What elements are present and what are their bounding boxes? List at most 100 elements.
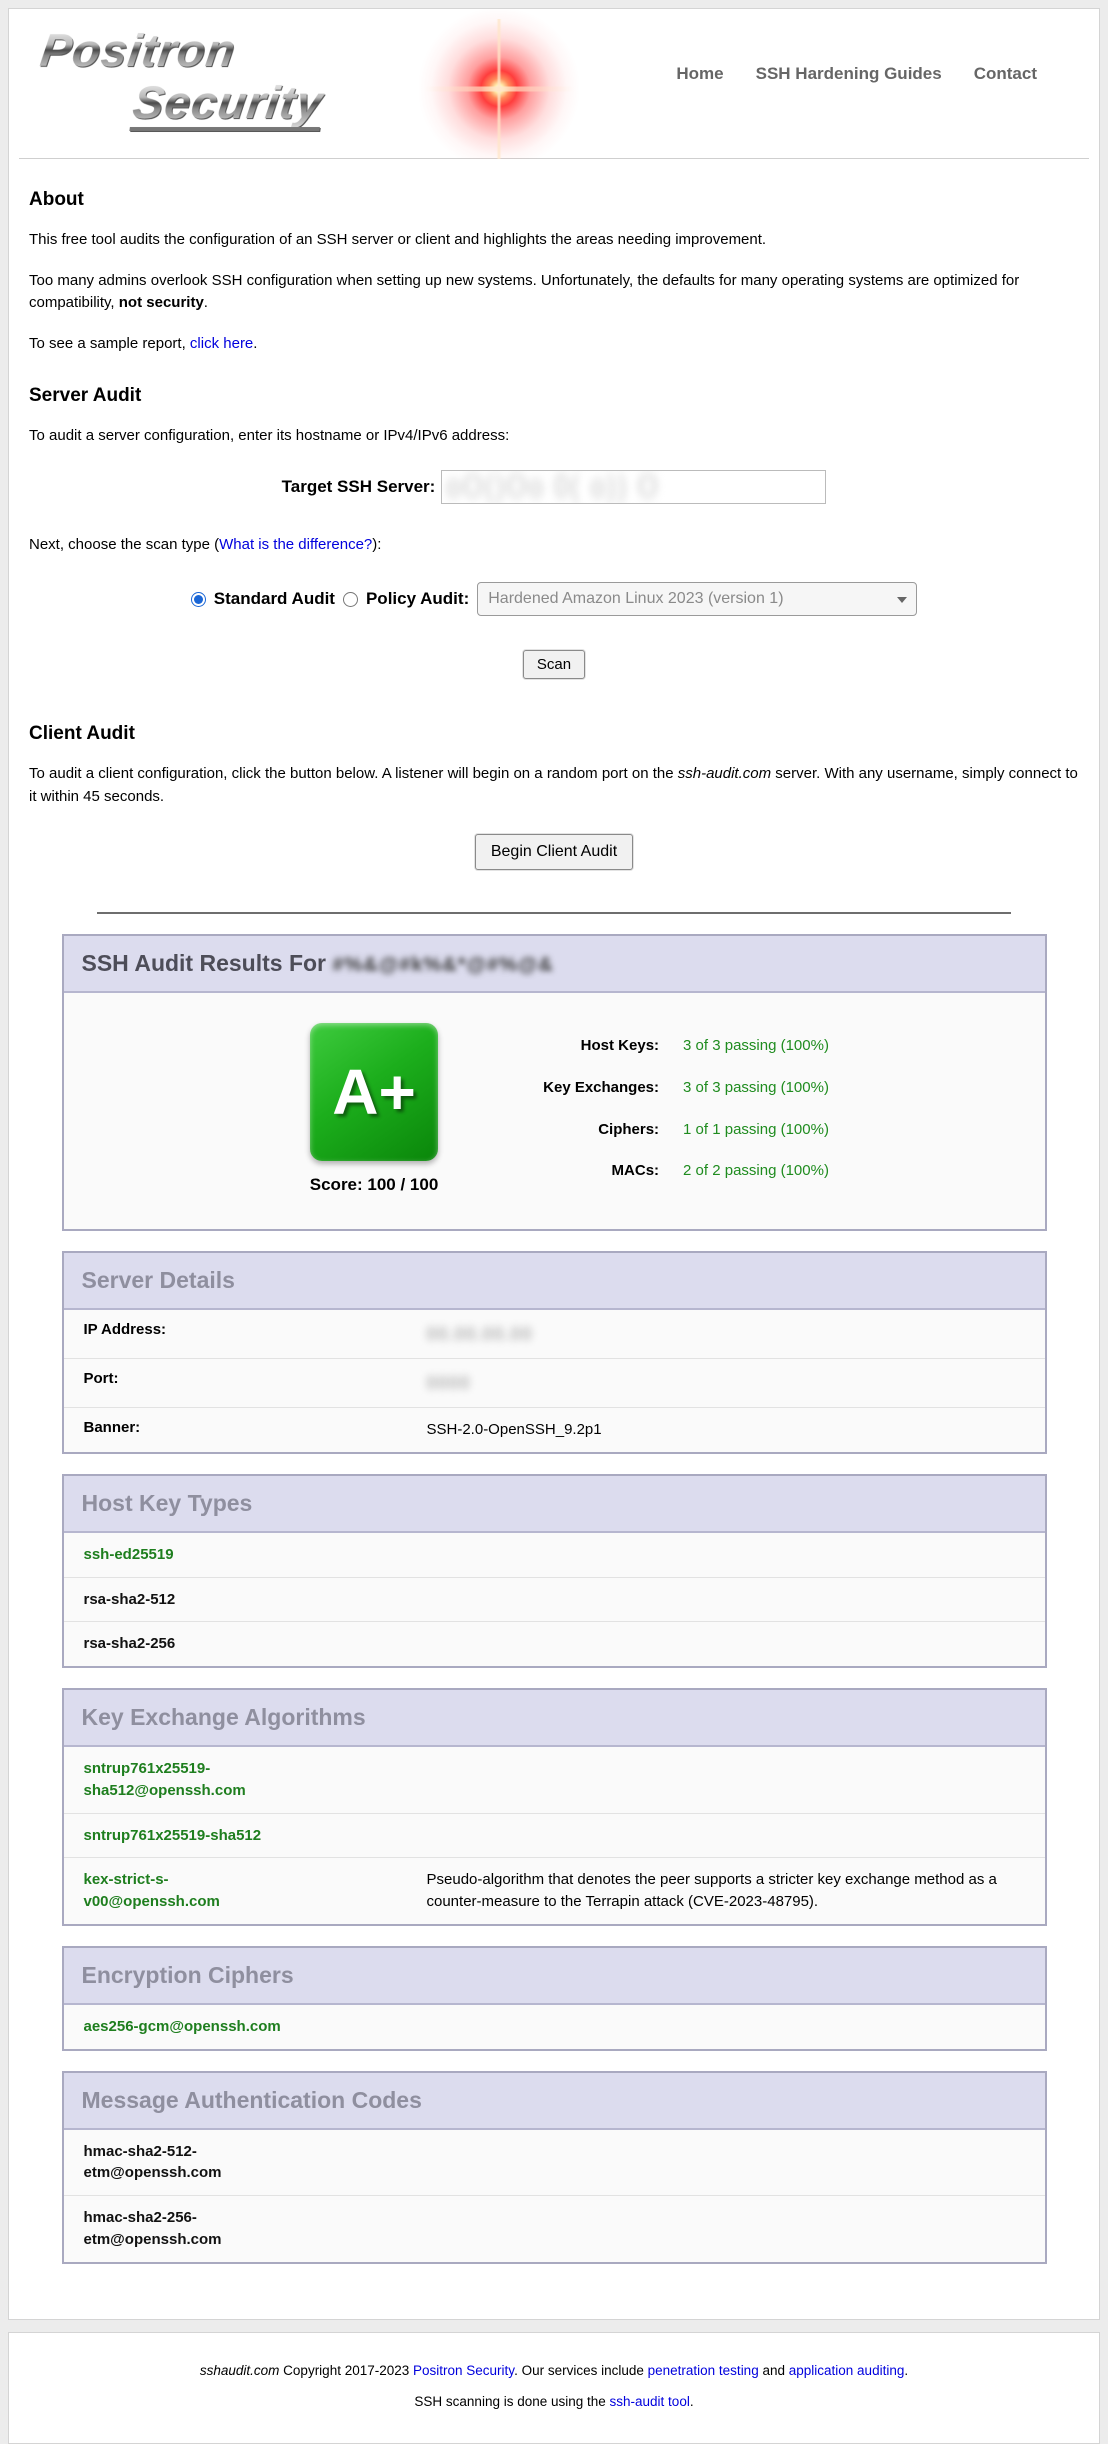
footer-site-name: sshaudit.com: [200, 2363, 280, 2378]
list-item: rsa-sha2-256: [64, 1622, 1045, 1666]
censored-ip-address: 00.00.00.00: [427, 1324, 533, 1344]
logo-text-line1: Positron: [38, 27, 239, 73]
standard-audit-label[interactable]: Standard Audit: [214, 589, 335, 609]
score-text: Score: 100 / 100: [279, 1175, 469, 1195]
footer-copyright-text: Copyright 2017-2023: [279, 2363, 413, 2378]
stat-value-ciphers: 1 of 1 passing (100%): [683, 1121, 829, 1154]
footer-line-2: SSH scanning is done using the ssh-audit…: [29, 2394, 1079, 2409]
ssh-audit-results-panel: SSH Audit Results For #%&@#k%&*@#%@& A+ …: [62, 934, 1047, 1231]
about-paragraph-2: Too many admins overlook SSH configurati…: [29, 270, 1079, 315]
scan-type-text: Next, choose the scan type (: [29, 536, 219, 553]
footer-line-1: sshaudit.com Copyright 2017-2023 Positro…: [29, 2363, 1079, 2378]
stat-label-macs: MACs:: [509, 1162, 659, 1195]
list-item: rsa-sha2-512: [64, 1578, 1045, 1623]
stat-value-host-keys: 3 of 3 passing (100%): [683, 1037, 829, 1070]
stat-label-ciphers: Ciphers:: [509, 1121, 659, 1154]
results-panel-header: SSH Audit Results For #%&@#k%&*@#%@&: [64, 936, 1045, 993]
main-content-box: Positron Security Home SSH Hardening Gui…: [8, 8, 1100, 2320]
nav-ssh-hardening-guides[interactable]: SSH Hardening Guides: [756, 64, 942, 84]
begin-client-audit-button[interactable]: Begin Client Audit: [475, 834, 633, 870]
stat-value-macs: 2 of 2 passing (100%): [683, 1162, 829, 1195]
sample-report-link[interactable]: click here: [190, 335, 253, 352]
grade-badge: A+: [310, 1023, 438, 1161]
encryption-ciphers-header: Encryption Ciphers: [64, 1948, 1045, 2005]
server-audit-heading: Server Audit: [29, 385, 1079, 407]
scan-type-difference-link[interactable]: What is the difference?: [219, 536, 372, 553]
standard-audit-radio[interactable]: [191, 592, 206, 607]
nav-contact[interactable]: Contact: [974, 64, 1037, 84]
macs-header: Message Authentication Codes: [64, 2073, 1045, 2130]
cipher-name: aes256-gcm@openssh.com: [84, 2016, 281, 2038]
nav-home[interactable]: Home: [676, 64, 723, 84]
ssh-audit-tool-link[interactable]: ssh-audit tool: [610, 2394, 690, 2409]
kex-name: sntrup761x25519-sha512@openssh.com: [84, 1758, 304, 1802]
footer-scanning-text: SSH scanning is done using the: [414, 2394, 609, 2409]
kex-note: Pseudo-algorithm that denotes the peer s…: [427, 1869, 1025, 1913]
list-item: hmac-sha2-256-etm@openssh.com: [64, 2196, 1045, 2262]
mac-name: hmac-sha2-256-etm@openssh.com: [84, 2207, 304, 2251]
client-audit-text: To audit a client configuration, click t…: [29, 765, 678, 782]
about-paragraph-3: To see a sample report, click here.: [29, 333, 1079, 356]
scan-type-end: ):: [372, 536, 381, 553]
results-body: A+ Score: 100 / 100 Host Keys: 3 of 3 pa…: [64, 993, 1045, 1229]
policy-select-value: Hardened Amazon Linux 2023 (version 1): [488, 590, 783, 608]
scan-type-line: Next, choose the scan type (What is the …: [29, 534, 1079, 557]
kex-name: kex-strict-s-v00@openssh.com: [84, 1869, 304, 1913]
list-item: aes256-gcm@openssh.com: [64, 2005, 1045, 2049]
penetration-testing-link[interactable]: penetration testing: [648, 2363, 759, 2378]
list-item: kex-strict-s-v00@openssh.com Pseudo-algo…: [64, 1858, 1045, 1924]
censored-port: 0000: [427, 1373, 471, 1393]
grade-column: A+ Score: 100 / 100: [279, 1023, 469, 1195]
main-nav: Home SSH Hardening Guides Contact: [676, 64, 1037, 84]
host-key-name: rsa-sha2-512: [84, 1589, 176, 1611]
positron-security-link[interactable]: Positron Security: [413, 2363, 514, 2378]
host-key-types-header: Host Key Types: [64, 1476, 1045, 1533]
host-key-name: rsa-sha2-256: [84, 1633, 176, 1655]
sample-report-end: .: [253, 335, 257, 352]
section-divider: [97, 912, 1011, 914]
table-row: Banner: SSH-2.0-OpenSSH_9.2p1: [64, 1408, 1045, 1452]
stat-label-host-keys: Host Keys:: [509, 1037, 659, 1070]
footer-text-mid1: . Our services include: [514, 2363, 648, 2378]
port-label: Port:: [84, 1370, 427, 1387]
sample-report-text: To see a sample report,: [29, 335, 190, 352]
about-paragraph-1: This free tool audits the configuration …: [29, 229, 1079, 252]
chevron-down-icon: [897, 597, 907, 603]
macs-panel: Message Authentication Codes hmac-sha2-5…: [62, 2071, 1047, 2264]
footer-text-end: .: [904, 2363, 908, 2378]
table-row: IP Address: 00.00.00.00: [64, 1310, 1045, 1359]
server-details-header: Server Details: [64, 1253, 1045, 1310]
about-p2-bold: not security: [119, 294, 204, 311]
list-item: ssh-ed25519: [64, 1533, 1045, 1578]
results-title-text: SSH Audit Results For: [82, 950, 333, 976]
footer-text-mid2: and: [759, 2363, 789, 2378]
target-ssh-server-input[interactable]: oO()Oo 0( o)) O: [441, 470, 826, 504]
server-audit-intro: To audit a server configuration, enter i…: [29, 425, 1079, 448]
stat-value-key-exchanges: 3 of 3 passing (100%): [683, 1079, 829, 1112]
list-item: hmac-sha2-512-etm@openssh.com: [64, 2130, 1045, 2197]
footer-scanning-end: .: [690, 2394, 694, 2409]
encryption-ciphers-panel: Encryption Ciphers aes256-gcm@openssh.co…: [62, 1946, 1047, 2051]
scan-button[interactable]: Scan: [523, 650, 585, 679]
policy-audit-radio[interactable]: [343, 592, 358, 607]
logo-text-line2: Security: [129, 79, 326, 131]
site-footer: sshaudit.com Copyright 2017-2023 Positro…: [8, 2332, 1100, 2444]
scan-type-radio-row: Standard Audit Policy Audit: Hardened Am…: [29, 582, 1079, 616]
censored-hostname: #%&@#k%&*@#%@&: [332, 954, 553, 976]
stat-label-key-exchanges: Key Exchanges:: [509, 1079, 659, 1112]
policy-audit-label[interactable]: Policy Audit:: [366, 589, 469, 609]
table-row: Port: 0000: [64, 1359, 1045, 1408]
policy-select[interactable]: Hardened Amazon Linux 2023 (version 1): [477, 582, 917, 616]
host-key-types-panel: Host Key Types ssh-ed25519 rsa-sha2-512 …: [62, 1474, 1047, 1668]
banner-label: Banner:: [84, 1419, 427, 1436]
kex-name: sntrup761x25519-sha512: [84, 1825, 262, 1847]
list-item: sntrup761x25519-sha512: [64, 1814, 1045, 1859]
key-exchange-header: Key Exchange Algorithms: [64, 1690, 1045, 1747]
list-item: sntrup761x25519-sha512@openssh.com: [64, 1747, 1045, 1814]
server-details-panel: Server Details IP Address: 00.00.00.00 P…: [62, 1251, 1047, 1454]
about-heading: About: [29, 189, 1079, 211]
client-audit-site: ssh-audit.com: [678, 765, 771, 782]
positron-security-logo[interactable]: Positron Security: [41, 27, 601, 152]
about-p2-end: .: [204, 294, 208, 311]
application-auditing-link[interactable]: application auditing: [789, 2363, 905, 2378]
